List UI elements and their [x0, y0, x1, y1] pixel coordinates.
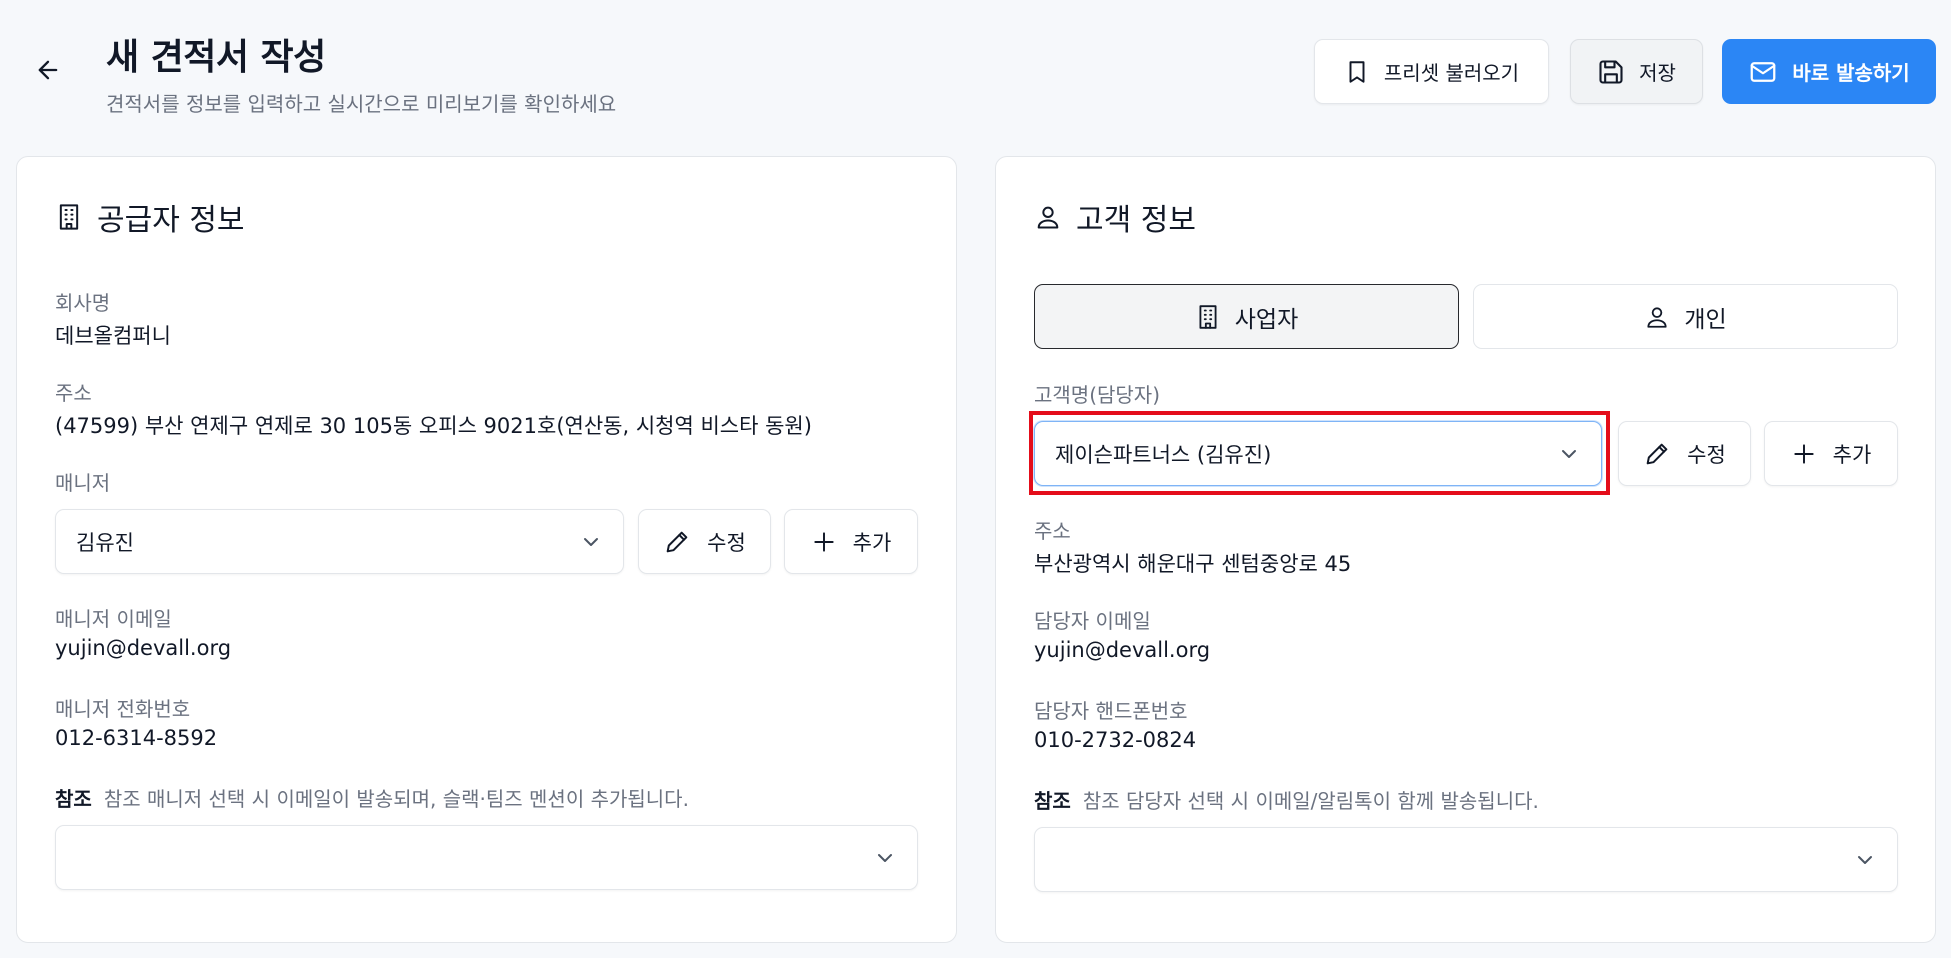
user-icon [1037, 206, 1059, 229]
page-header: 새 견적서 작성 견적서를 정보를 입력하고 실시간으로 미리보기를 확인하세요… [0, 0, 1951, 150]
supplier-ref-select[interactable] [55, 825, 918, 890]
chevron-down-icon [584, 537, 598, 546]
page-title: 새 견적서 작성 [106, 37, 326, 78]
company-name-label: 회사명 [55, 291, 111, 315]
customer-ref-note: 참조 참조 담당자 선택 시 이메일/알림톡이 함께 발송됩니다. [1034, 785, 1539, 814]
load-preset-label: 프리셋 불러오기 [1383, 61, 1520, 85]
arrow-left-icon [38, 60, 58, 80]
customer-title-text: 고객 정보 [1076, 203, 1196, 238]
tab-business-label: 사업자 [1234, 306, 1299, 333]
back-button[interactable] [30, 52, 66, 88]
plus-icon [814, 531, 834, 552]
supplier-title-text: 공급자 정보 [97, 203, 245, 238]
manager-email-label: 매니저 이메일 [55, 607, 172, 631]
manager-select-value: 김유진 [76, 530, 134, 555]
customer-edit-label: 수정 [1687, 442, 1726, 467]
supplier-ref-note: 참조 참조 매니저 선택 시 이메일이 발송되며, 슬랙·팀즈 멘션이 추가됩니다… [55, 783, 689, 812]
manager-phone-value: 012-6314-8592 [55, 726, 218, 750]
pencil-icon [666, 531, 688, 552]
manager-select[interactable]: 김유진 [55, 509, 624, 574]
tab-individual-label: 개인 [1684, 306, 1727, 333]
customer-info-card: 고객 정보 사업자 개인 고객명(담당자) 제이슨파트너스 (김유진) 수정 추… [995, 156, 1936, 943]
customer-card-title: 고객 정보 [1034, 197, 1196, 238]
supplier-info-card: 공급자 정보 회사명 데브올컴퍼니 주소 (47599) 부산 연제구 연제로 … [16, 156, 957, 943]
supplier-address-value: (47599) 부산 연제구 연제로 30 105동 오피스 9021호(연산동… [55, 414, 812, 438]
tab-individual[interactable]: 개인 [1473, 284, 1898, 349]
supplier-address-label: 주소 [55, 381, 92, 405]
company-name-value: 데브올컴퍼니 [55, 324, 171, 348]
plus-icon [1794, 443, 1814, 464]
supplier-ref-label: 참조 [55, 787, 92, 811]
customer-name-label: 고객명(담당자) [1034, 383, 1161, 407]
customer-edit-button[interactable]: 수정 [1618, 421, 1751, 486]
manager-phone-label: 매니저 전화번호 [55, 697, 191, 721]
contact-email-value: yujin@devall.org [1034, 638, 1211, 662]
customer-ref-note-text: 참조 담당자 선택 시 이메일/알림톡이 함께 발송됩니다. [1082, 789, 1539, 813]
save-label: 저장 [1639, 61, 1676, 85]
customer-name-select[interactable]: 제이슨파트너스 (김유진) [1034, 421, 1602, 486]
load-preset-button[interactable]: 프리셋 불러오기 [1314, 39, 1549, 104]
send-now-button[interactable]: 바로 발송하기 [1722, 39, 1936, 104]
page-subtitle: 견적서를 정보를 입력하고 실시간으로 미리보기를 확인하세요 [106, 92, 617, 116]
supplier-card-title: 공급자 정보 [55, 197, 245, 238]
customer-name-select-value: 제이슨파트너스 (김유진) [1055, 442, 1272, 467]
customer-address-value: 부산광역시 해운대구 센텀중앙로 45 [1034, 552, 1352, 576]
pencil-icon [1646, 443, 1668, 464]
manager-email-value: yujin@devall.org [55, 636, 232, 660]
customer-ref-label: 참조 [1034, 789, 1071, 813]
chevron-down-icon [878, 853, 892, 862]
tab-business[interactable]: 사업자 [1034, 284, 1459, 349]
bookmark-icon [1349, 60, 1365, 83]
customer-add-label: 추가 [1832, 442, 1872, 467]
user-icon [1647, 306, 1667, 328]
manager-label: 매니저 [55, 471, 111, 495]
building-icon [1199, 304, 1217, 329]
send-now-label: 바로 발송하기 [1792, 61, 1910, 85]
contact-phone-value: 010-2732-0824 [1034, 728, 1197, 752]
chevron-down-icon [1858, 855, 1872, 864]
building-icon [59, 204, 79, 230]
contact-email-label: 담당자 이메일 [1034, 609, 1151, 633]
manager-edit-button[interactable]: 수정 [638, 509, 771, 574]
chevron-down-icon [1562, 449, 1576, 458]
customer-ref-select[interactable] [1034, 827, 1898, 892]
mail-icon [1750, 61, 1776, 82]
manager-edit-label: 수정 [707, 530, 746, 555]
customer-address-label: 주소 [1034, 519, 1071, 543]
supplier-ref-note-text: 참조 매니저 선택 시 이메일이 발송되며, 슬랙·팀즈 멘션이 추가됩니다. [103, 787, 689, 811]
contact-phone-label: 담당자 핸드폰번호 [1034, 699, 1188, 723]
manager-add-button[interactable]: 추가 [784, 509, 918, 574]
manager-add-label: 추가 [852, 530, 892, 555]
save-button[interactable]: 저장 [1570, 39, 1703, 104]
save-icon [1599, 59, 1623, 84]
customer-add-button[interactable]: 추가 [1764, 421, 1898, 486]
